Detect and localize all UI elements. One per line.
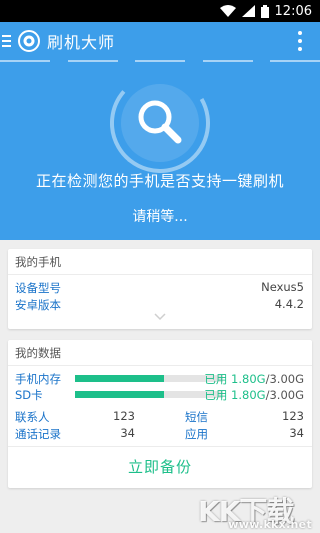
phone-storage-usage: 已用 1.80G/3.00G [204, 371, 304, 387]
battery-icon [260, 4, 269, 18]
my-data-card: 我的数据 手机内存 已用 1.80G/3.00G SD卡 已用 1.80G/3.… [8, 340, 312, 488]
phone-storage-total: /3.00G [265, 372, 304, 386]
signal-icon [241, 5, 255, 17]
call-log-label: 通话记录 [15, 427, 61, 441]
phone-storage-bar-fill [75, 375, 164, 382]
app-logo-icon [18, 30, 40, 52]
sms-stat: 短信 123 [185, 409, 304, 425]
sd-card-row: SD卡 已用 1.80G/3.00G [15, 387, 304, 403]
apps-stat: 应用 34 [185, 426, 304, 442]
sd-card-label: SD卡 [15, 388, 43, 402]
android-version-row: 安卓版本 4.4.2 [15, 297, 304, 313]
apps-label: 应用 [185, 427, 208, 441]
android-version-value: 4.4.2 [274, 297, 304, 311]
sd-card-bar-fill [75, 391, 164, 398]
call-log-stat: 通话记录 34 [15, 426, 135, 442]
call-log-value: 34 [120, 426, 135, 440]
detect-message: 正在检测您的手机是否支持一键刷机 [35, 172, 284, 190]
device-model-row: 设备型号 Nexus5 [15, 280, 304, 296]
sd-card-bar [75, 391, 223, 398]
phone-storage-label: 手机内存 [15, 372, 61, 386]
app-bar-divider [0, 60, 320, 62]
backup-now-button[interactable]: 立即备份 [8, 447, 312, 488]
status-time: 12:06 [274, 3, 312, 19]
android-version-label: 安卓版本 [15, 298, 61, 312]
sms-value: 123 [282, 409, 304, 423]
more-vert-icon[interactable] [296, 31, 304, 51]
wait-message: 请稍等... [132, 209, 188, 225]
watermark-site: www.kkx.net [228, 518, 312, 531]
device-model-label: 设备型号 [15, 281, 61, 295]
status-bar: 12:06 [0, 0, 320, 22]
my-phone-title: 我的手机 [8, 249, 312, 275]
device-model-value: Nexus5 [261, 280, 304, 294]
my-phone-card: 我的手机 设备型号 Nexus5 安卓版本 4.4.2 [8, 249, 312, 329]
sd-card-total: /3.00G [265, 388, 304, 402]
detect-panel: 刷机大师 正在检测您的手机是否支持一键刷机 请稍等... [0, 22, 320, 240]
app-bar: 刷机大师 [0, 22, 320, 60]
sms-label: 短信 [185, 410, 208, 424]
search-icon [110, 73, 210, 173]
contacts-label: 联系人 [15, 410, 50, 424]
sd-card-used: 已用 1.80G [204, 388, 266, 402]
sd-card-usage: 已用 1.80G/3.00G [204, 387, 304, 403]
contacts-value: 123 [113, 409, 135, 423]
chevron-down-icon[interactable] [154, 313, 166, 321]
phone-storage-row: 手机内存 已用 1.80G/3.00G [15, 371, 304, 387]
watermark-logo: KK下载 www.kkx.net [198, 490, 320, 533]
apps-value: 34 [289, 426, 304, 440]
app-title: 刷机大师 [47, 33, 116, 52]
hamburger-icon[interactable] [0, 22, 16, 60]
phone-storage-bar [75, 375, 223, 382]
wifi-icon [219, 5, 236, 17]
phone-storage-used: 已用 1.80G [204, 372, 266, 386]
contacts-stat: 联系人 123 [15, 409, 135, 425]
my-data-title: 我的数据 [8, 340, 312, 366]
